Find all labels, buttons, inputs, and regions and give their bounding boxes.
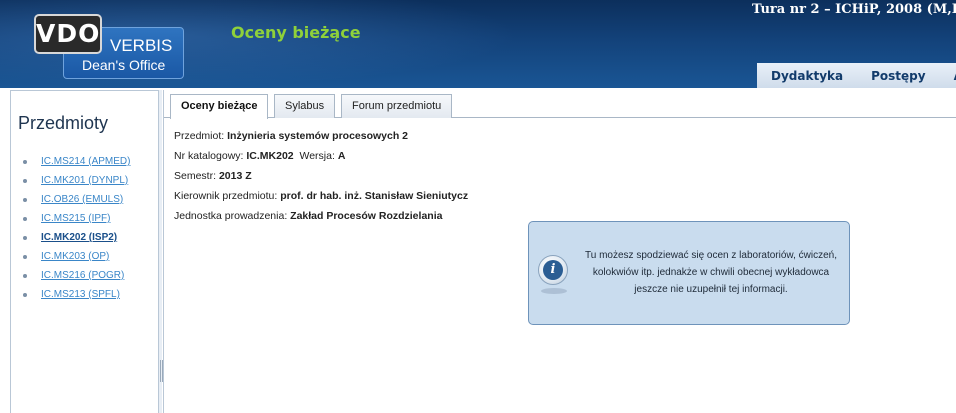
info-icon-shadow [541,288,567,294]
catalog-label: Nr katalogowy: [174,150,247,162]
subject-link-ipf[interactable]: IC.MS215 (IPF) [41,213,110,224]
top-navigation: Dydaktyka Postępy A [757,63,956,88]
bullet-icon [23,254,27,259]
tab-bar: Oceny bieżące Sylabus Forum przedmiotu [164,90,956,119]
page-title: Oceny bieżące [231,23,361,42]
manager-value: prof. dr hab. inż. Stanisław Sieniutycz [280,190,469,202]
list-item: IC.MS213 (SPFL) [23,285,130,304]
subject-details: Przedmiot: Inżynieria systemów procesowy… [174,126,468,226]
list-item: IC.MK203 (OP) [23,247,130,266]
unit-row: Jednostka prowadzenia: Zakład Procesów R… [174,206,468,226]
manager-row: Kierownik przedmiotu: prof. dr hab. inż.… [174,186,468,206]
round-info: Tura nr 2 – ICHiP, 2008 (M,D, [752,2,956,17]
list-item: IC.MS216 (POGR) [23,266,130,285]
semester-label: Semestr: [174,170,219,182]
tab-oceny-biezace[interactable]: Oceny bieżące [170,94,269,119]
list-item: IC.MK202 (ISP2) [23,228,130,247]
unit-value: Zakład Procesów Rozdzielania [290,210,443,222]
version-value: A [337,150,346,162]
subject-list: IC.MS214 (APMED) IC.MK201 (DYNPL) IC.OB2… [23,152,130,304]
info-icon: i [538,255,568,285]
info-icon-glyph: i [543,260,563,280]
bullet-icon [23,216,27,221]
version-label: Wersja: [299,150,338,162]
subject-value: Inżynieria systemów procesowych 2 [227,130,409,142]
logo-deans-office: Dean's Office [82,57,166,73]
logo-vdo: VDO [34,14,102,54]
subject-row: Przedmiot: Inżynieria systemów procesowy… [174,126,468,146]
unit-label: Jednostka prowadzenia: [174,210,291,222]
nav-item-postepy[interactable]: Postępy [857,69,939,83]
tab-sylabus[interactable]: Sylabus [274,94,336,118]
catalog-value: IC.MK202 [246,150,294,162]
logo-verbis: VERBIS [110,36,173,55]
list-item: IC.OB26 (EMULS) [23,190,130,209]
semester-value: 2013 Z [218,170,252,182]
semester-row: Semestr: 2013 Z [174,166,468,186]
subject-label: Przedmiot: [174,130,228,142]
subject-link-emuls[interactable]: IC.OB26 (EMULS) [41,194,123,205]
subject-link-pogr[interactable]: IC.MS216 (POGR) [41,270,124,281]
app-header: VDO VERBIS Dean's Office Oceny bieżące T… [0,0,956,88]
nav-item-dydaktyka[interactable]: Dydaktyka [757,69,857,83]
bullet-icon [23,197,27,202]
subject-link-dynpl[interactable]: IC.MK201 (DYNPL) [41,175,128,186]
info-message-text: Tu możesz spodziewać się ocen z laborato… [585,250,837,295]
nav-item-more[interactable]: A [940,69,956,83]
list-item: IC.MS215 (IPF) [23,209,130,228]
list-item: IC.MS214 (APMED) [23,152,130,171]
main-panel: Oceny bieżące Sylabus Forum przedmiotu P… [163,90,956,413]
bullet-icon [23,292,27,297]
bullet-icon [23,159,27,164]
manager-label: Kierownik przedmiotu: [174,190,281,202]
tab-forum-przedmiotu[interactable]: Forum przedmiotu [341,94,453,118]
sidebar: Przedmioty IC.MS214 (APMED) IC.MK201 (DY… [10,90,159,413]
catalog-row: Nr katalogowy: IC.MK202 Wersja: A [174,146,468,166]
subject-link-isp2[interactable]: IC.MK202 (ISP2) [41,232,117,243]
bullet-icon [23,178,27,183]
sidebar-title: Przedmioty [18,113,109,133]
bullet-icon [23,235,27,240]
bullet-icon [23,273,27,278]
subject-link-apmed[interactable]: IC.MS214 (APMED) [41,156,130,167]
list-item: IC.MK201 (DYNPL) [23,171,130,190]
subject-link-spfl[interactable]: IC.MS213 (SPFL) [41,289,120,300]
subject-link-op[interactable]: IC.MK203 (OP) [41,251,109,262]
info-message-box: i Tu możesz spodziewać się ocen z labora… [528,221,850,325]
